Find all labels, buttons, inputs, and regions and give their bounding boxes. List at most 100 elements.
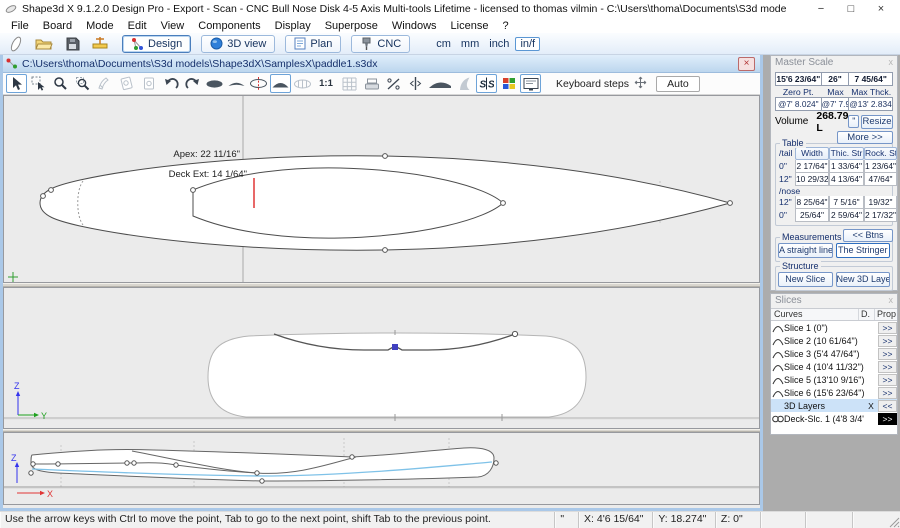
rocker-view-icon[interactable]	[427, 74, 453, 93]
unit-cm[interactable]: cm	[432, 38, 455, 50]
max-thck-at[interactable]: @13' 2.834"	[849, 97, 893, 111]
open-file-icon[interactable]	[32, 34, 56, 53]
curvature-icon[interactable]: SS	[476, 74, 497, 93]
scan-export-icon[interactable]	[88, 34, 112, 53]
rotate-view-tool-icon[interactable]	[116, 74, 137, 93]
menu-display[interactable]: Display	[268, 20, 318, 32]
save-file-icon[interactable]	[60, 34, 84, 53]
grid-icon[interactable]	[339, 74, 360, 93]
straight-line-button[interactable]: A straight line	[778, 243, 833, 258]
menu-mode[interactable]: Mode	[79, 20, 121, 32]
resize-grip[interactable]	[886, 512, 900, 528]
menu-superpose[interactable]: Superpose	[318, 20, 385, 32]
copy-view-tool-icon[interactable]	[138, 74, 159, 93]
colors-icon[interactable]	[498, 74, 519, 93]
slice-prop-button[interactable]: >>	[878, 374, 897, 386]
new-board-icon[interactable]	[4, 34, 28, 53]
slice-prop-button[interactable]: >>	[878, 348, 897, 360]
sketch-tool-icon[interactable]	[94, 74, 115, 93]
menu-edit[interactable]: Edit	[121, 20, 154, 32]
table-cell[interactable]: 1 23/64"	[864, 160, 897, 173]
new-3d-layer-button[interactable]: New 3D Layer	[836, 272, 891, 287]
thickness-value[interactable]: 7 45/64"	[849, 72, 893, 86]
table-cell[interactable]: 4 13/64"	[829, 173, 864, 186]
slice-row[interactable]: Slice 2 (10 61/64")>>	[771, 334, 897, 347]
table-cell[interactable]: 47/64"	[864, 173, 897, 186]
deck-slice-prop-button[interactable]: >>	[878, 413, 897, 425]
spin-view-icon[interactable]	[292, 74, 313, 93]
table-cell[interactable]: 7 5/16"	[829, 196, 864, 209]
width-value[interactable]: 26"	[822, 72, 850, 86]
bottom-view-icon[interactable]	[226, 74, 247, 93]
selected-point[interactable]	[392, 344, 398, 350]
table-cell[interactable]: 2 17/32"	[864, 209, 897, 222]
slice-row[interactable]: Slice 1 (0")>>	[771, 321, 897, 334]
d-column-header[interactable]: D.	[859, 309, 875, 320]
table-cell[interactable]: 1 33/64"	[829, 160, 864, 173]
outline-view-icon[interactable]	[204, 74, 225, 93]
unit-mm[interactable]: mm	[457, 38, 483, 50]
prop-column-header[interactable]: Prop	[875, 309, 897, 320]
slice-view-canvas[interactable]: Z Y	[4, 288, 759, 428]
layers-collapse-button[interactable]: <<	[878, 400, 897, 412]
panel-layout-icon[interactable]	[520, 74, 541, 93]
design-mode-button[interactable]: Design	[122, 35, 191, 53]
control-point[interactable]	[512, 331, 517, 336]
plan-view-canvas[interactable]: Apex: 22 11/16" Deck Ext: 14 1/64"	[4, 96, 759, 282]
menu-board[interactable]: Board	[36, 20, 79, 32]
unit-inch[interactable]: inch	[485, 38, 513, 50]
stringer-button[interactable]: The Stringer	[836, 243, 891, 258]
slice-row[interactable]: Slice 3 (5'4 47/64")>>	[771, 347, 897, 360]
table-cell[interactable]: 8 25/64"	[795, 196, 829, 209]
menu-file[interactable]: File	[4, 20, 36, 32]
table-cell[interactable]: 2 17/64"	[795, 160, 829, 173]
new-slice-button[interactable]: New Slice	[778, 272, 833, 287]
deck-slice-row[interactable]: Deck-Slc. 1 (4'8 3/4")>>	[771, 412, 897, 425]
table-cell[interactable]: 19/32"	[864, 196, 897, 209]
keyboard-steps-move-icon[interactable]	[634, 76, 647, 92]
col-rock-header[interactable]: Rock. Str	[864, 147, 897, 160]
unit-in-f[interactable]: in/f	[515, 37, 540, 51]
one-to-one-icon[interactable]: 1:1	[314, 74, 338, 93]
redo-icon[interactable]	[182, 74, 203, 93]
master-scale-titlebar[interactable]: Master Scale x	[771, 56, 897, 70]
undo-icon[interactable]	[160, 74, 181, 93]
more-button[interactable]: More >>	[837, 131, 893, 144]
resize-button[interactable]: Resize	[861, 115, 893, 129]
slice-prop-button[interactable]: >>	[878, 387, 897, 399]
auto-button[interactable]: Auto	[656, 76, 700, 92]
length-value[interactable]: 15'6 23/64"	[775, 72, 822, 86]
slice-prop-button[interactable]: >>	[878, 335, 897, 347]
maximize-button[interactable]: □	[836, 3, 866, 15]
slices-close-icon[interactable]: x	[889, 295, 894, 307]
cnc-mode-button[interactable]: CNC	[351, 35, 410, 53]
thickness-view-icon[interactable]	[248, 74, 269, 93]
fin-icon[interactable]	[454, 74, 475, 93]
document-close-icon[interactable]: ×	[738, 57, 755, 71]
marquee-select-tool-icon[interactable]	[28, 74, 49, 93]
slices-stack-icon[interactable]	[361, 74, 382, 93]
close-button[interactable]: ×	[866, 3, 896, 15]
zoom-window-tool-icon[interactable]	[72, 74, 93, 93]
col-width-header[interactable]: Width	[795, 147, 829, 160]
slice-prop-button[interactable]: >>	[878, 361, 897, 373]
slice-row[interactable]: Slice 6 (15'6 23/64")>>	[771, 386, 897, 399]
table-cell[interactable]: 25/64"	[795, 209, 829, 222]
col-thic-header[interactable]: Thic. Str	[829, 147, 864, 160]
slice-row[interactable]: Slice 4 (10'4 11/32")>>	[771, 360, 897, 373]
profile-view-canvas[interactable]: Z X	[4, 433, 759, 504]
select-tool-icon[interactable]	[6, 74, 27, 93]
slice-row[interactable]: Slice 5 (13'10 9/16")>>	[771, 373, 897, 386]
slice-prop-button[interactable]: >>	[878, 322, 897, 334]
slices-titlebar[interactable]: Slices x	[771, 294, 897, 308]
plan-view-icon[interactable]	[270, 74, 291, 93]
curves-column-header[interactable]: Curves	[771, 309, 859, 320]
cut-measure-icon[interactable]	[383, 74, 404, 93]
3d-layers-row[interactable]: 3D LayersX<<	[771, 399, 897, 412]
btns-toggle-button[interactable]: << Btns	[843, 229, 893, 242]
table-cell[interactable]: 2 59/64"	[829, 209, 864, 222]
menu-components[interactable]: Components	[191, 20, 267, 32]
menu-view[interactable]: View	[154, 20, 192, 32]
table-cell[interactable]: 10 29/32"	[795, 173, 829, 186]
plan-mode-button[interactable]: Plan	[285, 35, 341, 53]
